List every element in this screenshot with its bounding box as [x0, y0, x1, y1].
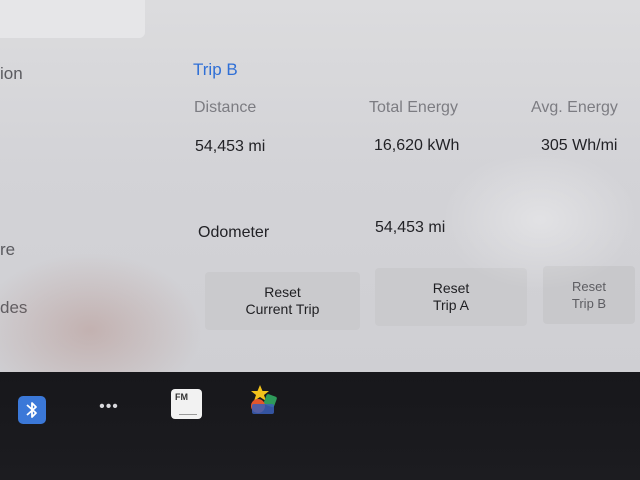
total-energy-header: Total Energy: [369, 99, 458, 116]
fm-radio-icon[interactable]: FM: [171, 389, 202, 419]
more-apps-icon[interactable]: •••: [96, 398, 122, 418]
odometer-label: Odometer: [198, 224, 270, 241]
arcade-icon[interactable]: [248, 384, 280, 416]
reset-current-trip-button[interactable]: Reset Current Trip: [205, 272, 360, 330]
odometer-value: 54,453 mi: [375, 219, 446, 236]
total-energy-value: 16,620 kWh: [374, 137, 460, 154]
trips-screen: ion re des Trip B Distance Total Energy …: [0, 0, 640, 372]
fm-dial-icon: [179, 409, 197, 415]
top-card: [0, 0, 145, 38]
taskbar: [0, 372, 640, 480]
reset-trip-b-button[interactable]: Reset Trip B: [543, 266, 635, 324]
fm-label: FM: [175, 392, 188, 402]
trip-title: Trip B: [193, 60, 238, 79]
reset-trip-a-button[interactable]: Reset Trip A: [375, 268, 527, 326]
side-nav-item[interactable]: des: [0, 298, 27, 318]
distance-value: 54,453 mi: [195, 138, 266, 155]
avg-energy-value: 305 Wh/mi: [541, 137, 618, 154]
distance-header: Distance: [194, 99, 257, 116]
avg-energy-header: Avg. Energy: [531, 99, 618, 116]
bluetooth-icon[interactable]: [18, 396, 46, 424]
side-nav-item[interactable]: ion: [0, 64, 23, 84]
side-nav-item[interactable]: re: [0, 240, 15, 260]
